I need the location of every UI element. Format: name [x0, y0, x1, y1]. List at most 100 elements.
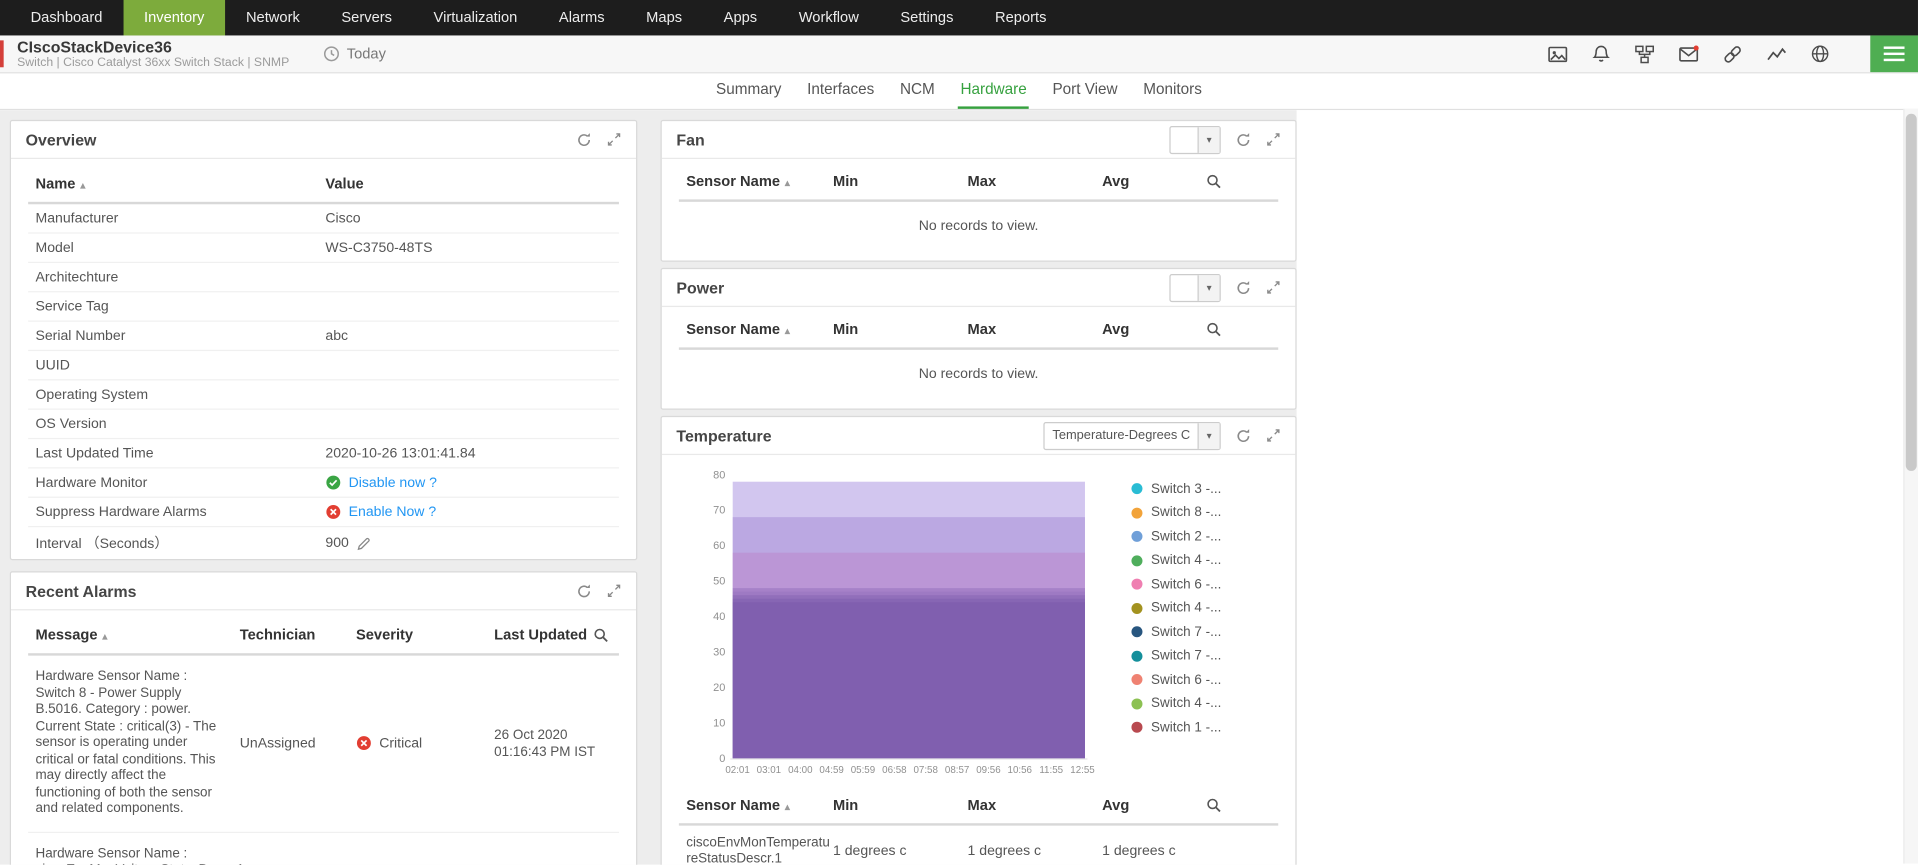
column-max[interactable]: Max: [968, 796, 1103, 813]
svg-text:50: 50: [713, 576, 725, 588]
column-max[interactable]: Max: [968, 172, 1103, 189]
legend-label: Switch 7 -...: [1151, 649, 1221, 664]
legend-item[interactable]: Switch 8 -...: [1131, 501, 1221, 525]
column-min[interactable]: Min: [833, 796, 968, 813]
legend-item[interactable]: Switch 4 -...: [1131, 549, 1221, 573]
column-technician[interactable]: Technician: [240, 626, 356, 643]
expand-icon[interactable]: [607, 132, 622, 147]
expand-icon[interactable]: [1266, 428, 1281, 443]
field-value: 2020-10-26 13:01:41.84: [325, 446, 611, 461]
scrollbar[interactable]: [1903, 109, 1918, 864]
expand-icon[interactable]: [1266, 280, 1281, 295]
time-filter[interactable]: Today: [324, 45, 386, 62]
sort-icon: ▴: [785, 177, 790, 188]
tab-ncm[interactable]: NCM: [898, 73, 938, 108]
field-value-text: abc: [325, 328, 348, 343]
screenshot-icon[interactable]: [1547, 43, 1568, 64]
tab-port-view[interactable]: Port View: [1050, 73, 1120, 108]
svg-text:20: 20: [713, 682, 725, 694]
column-label: Min: [833, 320, 858, 337]
refresh-icon[interactable]: [1235, 280, 1251, 296]
device-snapshot-icon[interactable]: [1634, 43, 1655, 64]
refresh-icon[interactable]: [1235, 131, 1251, 147]
table-row: ciscoEnvMonTemperatureStatusDescr.1 1 de…: [679, 826, 1278, 865]
field-link[interactable]: Disable now ?: [349, 475, 437, 490]
performance-graph-icon[interactable]: [1766, 43, 1787, 64]
power-view-select[interactable]: ▾: [1169, 273, 1220, 301]
alarm-icon[interactable]: [1591, 44, 1611, 64]
column-avg[interactable]: Avg: [1102, 172, 1206, 189]
legend-item[interactable]: Switch 2 -...: [1131, 525, 1221, 549]
nav-item-dashboard[interactable]: Dashboard: [10, 0, 123, 35]
legend-item[interactable]: Switch 4 -...: [1131, 692, 1221, 716]
column-label: Avg: [1102, 796, 1129, 813]
field-label: Interval （Seconds）: [35, 533, 325, 553]
nav-item-inventory[interactable]: Inventory: [123, 0, 225, 35]
temperature-unit-select[interactable]: Temperature-Degrees C▾: [1044, 421, 1221, 449]
refresh-icon[interactable]: [1235, 428, 1251, 444]
field-label: Suppress Hardware Alarms: [35, 505, 325, 520]
table-header-row: Name▴ Value: [28, 164, 619, 204]
refresh-icon[interactable]: [576, 131, 592, 147]
column-min[interactable]: Min: [833, 172, 968, 189]
legend-item[interactable]: Switch 4 -...: [1131, 596, 1221, 620]
svg-text:70: 70: [713, 505, 725, 517]
column-max[interactable]: Max: [968, 320, 1103, 337]
legend-item[interactable]: Switch 7 -...: [1131, 620, 1221, 644]
legend-label: Switch 4 -...: [1151, 553, 1221, 568]
expand-icon[interactable]: [1266, 132, 1281, 147]
search-icon[interactable]: [1206, 797, 1222, 813]
column-sensor-name[interactable]: Sensor Name▴: [686, 320, 833, 337]
nav-item-workflow[interactable]: Workflow: [778, 0, 880, 35]
nav-item-apps[interactable]: Apps: [703, 0, 778, 35]
column-sensor-name[interactable]: Sensor Name▴: [686, 796, 833, 813]
column-severity[interactable]: Severity: [356, 626, 494, 643]
tab-hardware[interactable]: Hardware: [958, 73, 1029, 108]
search-icon[interactable]: [593, 627, 609, 643]
tab-summary[interactable]: Summary: [714, 73, 784, 108]
expand-icon[interactable]: [607, 583, 622, 598]
column-last-updated[interactable]: Last Updated: [494, 626, 593, 643]
column-avg[interactable]: Avg: [1102, 320, 1206, 337]
overview-row: Serial Numberabc: [28, 322, 619, 351]
field-label: OS Version: [35, 416, 325, 431]
globe-icon[interactable]: [1810, 44, 1830, 64]
scrollbar-thumb[interactable]: [1906, 114, 1917, 471]
nav-item-network[interactable]: Network: [225, 0, 320, 35]
nav-item-alarms[interactable]: Alarms: [538, 0, 625, 35]
nav-item-settings[interactable]: Settings: [880, 0, 975, 35]
legend-item[interactable]: Switch 3 -...: [1131, 477, 1221, 501]
edit-icon[interactable]: [356, 535, 372, 551]
legend-item[interactable]: Switch 1 -...: [1131, 716, 1221, 740]
column-message[interactable]: Message▴: [35, 626, 239, 643]
nav-item-reports[interactable]: Reports: [974, 0, 1067, 35]
column-sensor-name[interactable]: Sensor Name▴: [686, 172, 833, 189]
search-icon[interactable]: [1206, 321, 1222, 337]
legend-item[interactable]: Switch 6 -...: [1131, 668, 1221, 692]
column-avg[interactable]: Avg: [1102, 796, 1206, 813]
power-panel: Power ▾ Sensor Name▴MinMaxAvg No records…: [661, 268, 1297, 410]
legend-item[interactable]: Switch 6 -...: [1131, 572, 1221, 596]
search-icon[interactable]: [1206, 173, 1222, 189]
menu-button[interactable]: [1870, 35, 1918, 72]
column-name[interactable]: Name▴: [35, 175, 325, 192]
nav-item-servers[interactable]: Servers: [321, 0, 413, 35]
link-icon[interactable]: [1722, 43, 1743, 64]
mail-icon[interactable]: [1678, 43, 1699, 64]
nav-item-maps[interactable]: Maps: [625, 0, 702, 35]
top-nav: DashboardInventoryNetworkServersVirtuali…: [0, 0, 1918, 35]
refresh-icon[interactable]: [576, 583, 592, 599]
tab-monitors[interactable]: Monitors: [1141, 73, 1205, 108]
field-value: Enable Now ?: [325, 504, 611, 520]
legend-dot: [1131, 507, 1142, 518]
overview-row: UUID: [28, 351, 619, 380]
column-min[interactable]: Min: [833, 320, 968, 337]
legend-item[interactable]: Switch 7 -...: [1131, 644, 1221, 668]
column-value[interactable]: Value: [325, 175, 363, 192]
panel-tools: ▾: [1169, 125, 1280, 153]
nav-item-virtualization[interactable]: Virtualization: [413, 0, 538, 35]
fan-view-select[interactable]: ▾: [1169, 125, 1220, 153]
field-link[interactable]: Enable Now ?: [349, 505, 437, 520]
overview-row: Service Tag: [28, 292, 619, 321]
tab-interfaces[interactable]: Interfaces: [805, 73, 877, 108]
